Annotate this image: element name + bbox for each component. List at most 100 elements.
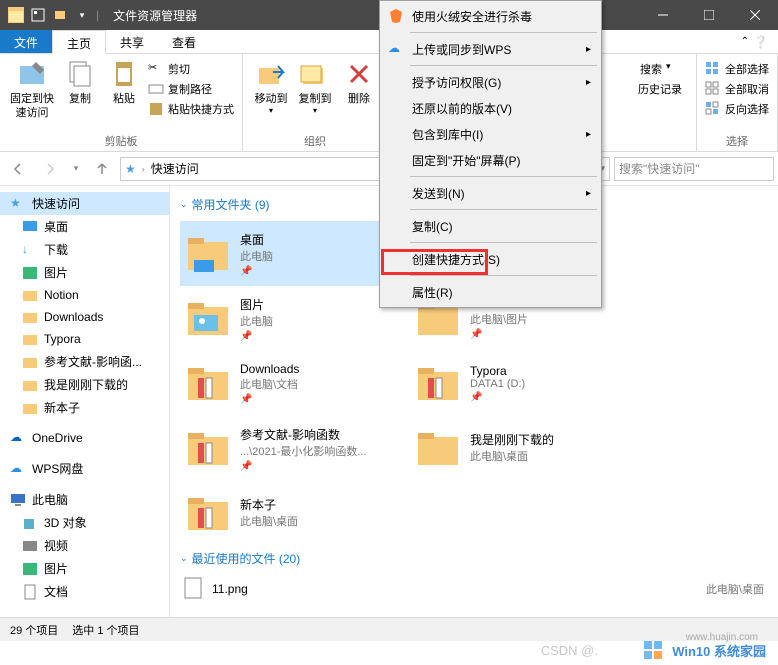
ctx-huorong[interactable]: 使用火绒安全进行杀毒	[382, 3, 599, 29]
search-dd-button[interactable]: 搜索▾	[638, 60, 684, 78]
breadcrumb[interactable]: 快速访问	[151, 160, 199, 177]
sidebar-item-justdl[interactable]: 我是刚刚下载的	[0, 373, 169, 396]
chevron-right-icon: ▸	[586, 188, 591, 199]
tab-share[interactable]: 共享	[106, 30, 158, 53]
status-bar: 29 个项目 选中 1 个项目	[0, 617, 778, 641]
delete-icon	[343, 58, 375, 90]
sidebar-item-onedrive[interactable]: ☁OneDrive	[0, 427, 169, 449]
qat-new-icon[interactable]	[52, 7, 68, 23]
folder-icon	[414, 360, 462, 408]
context-menu: 使用火绒安全进行杀毒 ☁上传或同步到WPS▸ 授予访问权限(G)▸ 还原以前的版…	[379, 0, 602, 308]
recent-button[interactable]: ▾	[68, 157, 84, 181]
history-button[interactable]: 历史记录	[636, 80, 684, 98]
copyto-button[interactable]: 复制到▾	[293, 56, 337, 117]
cut-icon: ✂	[148, 61, 164, 77]
ctx-include[interactable]: 包含到库中(I)▸	[382, 121, 599, 147]
ctx-sendto[interactable]: 发送到(N)▸	[382, 180, 599, 206]
sidebar-item-ref[interactable]: 参考文献-影响函...	[0, 350, 169, 373]
folder-icon	[184, 295, 232, 343]
invert-icon	[705, 101, 721, 117]
copypath-button[interactable]: 复制路径	[146, 80, 236, 98]
group-organize: 组织	[249, 131, 381, 151]
sidebar-item-wps[interactable]: ☁WPS网盘	[0, 457, 169, 480]
sidebar-item-video[interactable]: 视频	[0, 534, 169, 557]
sidebar-item-notion[interactable]: Notion	[0, 284, 169, 306]
selectall-icon	[705, 61, 721, 77]
sidebar: ★快速访问 桌面 ↓下载 图片 Notion Downloads Typora …	[0, 186, 170, 617]
sidebar-item-thispc[interactable]: 此电脑	[0, 488, 169, 511]
logo-icon	[642, 639, 664, 661]
sidebar-item-quick[interactable]: ★快速访问	[0, 192, 169, 215]
cloud-icon: ☁	[388, 41, 404, 57]
sidebar-item-pictures[interactable]: 图片	[0, 261, 169, 284]
minimize-button[interactable]	[640, 0, 686, 30]
sidebar-item-newnote[interactable]: 新本子	[0, 396, 169, 419]
copyto-icon	[299, 58, 331, 90]
tab-file[interactable]: 文件	[0, 30, 52, 53]
recent-header[interactable]: ⌄最近使用的文件 (20)	[180, 550, 768, 567]
folder-item[interactable]: 桌面此电脑📌	[180, 221, 410, 286]
chevron-down-icon: ⌄	[180, 199, 188, 210]
sidebar-item-doc[interactable]: 文档	[0, 580, 169, 603]
back-button[interactable]	[4, 157, 32, 181]
ribbon-help[interactable]: ⌃❔	[731, 30, 778, 53]
path-icon	[148, 81, 164, 97]
ctx-shortcut[interactable]: 创建快捷方式(S)	[382, 246, 599, 272]
star-icon: ★	[125, 162, 136, 176]
folder-item[interactable]: TyporaDATA1 (D:)📌	[410, 351, 640, 416]
selectall-button[interactable]: 全部选择	[703, 60, 771, 78]
sidebar-item-pic2[interactable]: 图片	[0, 557, 169, 580]
desktop-icon	[22, 219, 38, 235]
cut-button[interactable]: ✂剪切	[146, 60, 236, 78]
group-select: 选择	[703, 131, 771, 151]
pin-button[interactable]: 固定到快 速访问	[6, 56, 58, 122]
forward-button[interactable]	[36, 157, 64, 181]
ctx-wps[interactable]: ☁上传或同步到WPS▸	[382, 36, 599, 62]
moveto-button[interactable]: 移动到▾	[249, 56, 293, 117]
recent-item[interactable]: 11.png此电脑\桌面	[180, 575, 768, 603]
folder-item[interactable]: 我是刚刚下载的此电脑\桌面	[410, 416, 640, 481]
download-icon: ↓	[22, 242, 38, 258]
selected-count: 选中 1 个项目	[72, 622, 139, 638]
pin-icon	[16, 58, 48, 90]
selectnone-button[interactable]: 全部取消	[703, 80, 771, 98]
paste-button[interactable]: 粘贴	[102, 56, 146, 108]
search-input[interactable]: 搜索"快速访问"	[614, 157, 774, 181]
ctx-properties[interactable]: 属性(R)	[382, 279, 599, 305]
tab-home[interactable]: 主页	[52, 30, 106, 54]
ctx-restore[interactable]: 还原以前的版本(V)	[382, 95, 599, 121]
video-icon	[22, 538, 38, 554]
folder-item[interactable]: 图片此电脑📌	[180, 286, 410, 351]
shield-icon	[388, 8, 404, 24]
sidebar-item-dlfolder[interactable]: Downloads	[0, 306, 169, 328]
tab-view[interactable]: 查看	[158, 30, 210, 53]
sidebar-item-desktop[interactable]: 桌面	[0, 215, 169, 238]
folder-item[interactable]: 参考文献-影响函数...\2021-最小化影响函数...📌	[180, 416, 410, 481]
ctx-access[interactable]: 授予访问权限(G)▸	[382, 69, 599, 95]
folder-icon	[22, 331, 38, 347]
close-button[interactable]	[732, 0, 778, 30]
folder-icon	[22, 354, 38, 370]
sidebar-item-3d[interactable]: 3D 对象	[0, 511, 169, 534]
copy-button[interactable]: 复制	[58, 56, 102, 108]
sidebar-item-downloads[interactable]: ↓下载	[0, 238, 169, 261]
up-button[interactable]	[88, 157, 116, 181]
folder-item[interactable]: 新本子此电脑\桌面	[180, 481, 410, 546]
ctx-copy[interactable]: 复制(C)	[382, 213, 599, 239]
delete-button[interactable]: 删除	[337, 56, 381, 108]
star-icon: ★	[10, 196, 26, 212]
qat-prop-icon[interactable]	[30, 7, 46, 23]
qat-dd-icon[interactable]: ▾	[74, 7, 90, 23]
pasteshortcut-button[interactable]: 粘贴快捷方式	[146, 100, 236, 118]
invert-button[interactable]: 反向选择	[703, 100, 771, 118]
folder-icon	[184, 425, 232, 473]
folder-item[interactable]: Downloads此电脑\文档📌	[180, 351, 410, 416]
sidebar-item-typora[interactable]: Typora	[0, 328, 169, 350]
chevron-down-icon: ⌄	[180, 553, 188, 564]
cloud-icon: ☁	[10, 461, 26, 477]
maximize-button[interactable]	[686, 0, 732, 30]
folder-icon	[184, 230, 232, 278]
group-clipboard: 剪贴板	[6, 131, 236, 151]
chevron-down-icon: ▾	[666, 61, 682, 77]
ctx-pinstart[interactable]: 固定到"开始"屏幕(P)	[382, 147, 599, 173]
